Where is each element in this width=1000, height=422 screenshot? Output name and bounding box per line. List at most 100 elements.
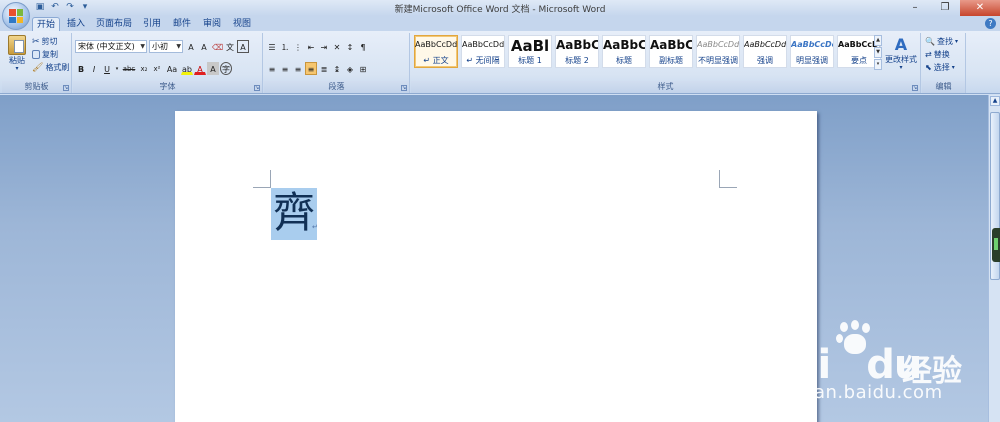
customize-qat-icon[interactable]: ▾	[79, 2, 91, 13]
select-button[interactable]: ⬉ 选择 ▾	[925, 62, 955, 73]
underline-button[interactable]: U	[101, 62, 113, 75]
minimize-icon[interactable]: –	[900, 0, 930, 16]
tab-review[interactable]: 审阅	[200, 17, 224, 31]
underline-dropdown-icon[interactable]: ▾	[114, 62, 120, 75]
sort-icon[interactable]: ↕	[344, 40, 356, 53]
side-tab-icon[interactable]	[992, 228, 1000, 262]
shading-icon[interactable]: ◈	[344, 62, 356, 75]
clipboard-group: 粘贴 ▾ ✂ 剪切 复制 🖌 格式刷 剪贴板 ↘	[2, 33, 72, 93]
copy-icon	[32, 50, 40, 59]
superscript-button[interactable]: x²	[151, 62, 163, 75]
restore-icon[interactable]: ❐	[930, 0, 960, 16]
increase-indent-icon[interactable]: ⇥	[318, 40, 330, 53]
tab-references[interactable]: 引用	[140, 17, 164, 31]
decrease-indent-icon[interactable]: ⇤	[305, 40, 317, 53]
style-subtle-emphasis[interactable]: AaBbCcDd 不明显强调	[696, 35, 740, 68]
selected-text[interactable]: 齊	[271, 188, 317, 240]
font-color-icon[interactable]: A	[194, 62, 206, 75]
char-shading-icon[interactable]: A	[207, 62, 219, 75]
shrink-font-icon[interactable]: A	[198, 40, 210, 53]
replace-icon: ⇄	[925, 50, 932, 59]
gallery-down-icon[interactable]: ▼	[874, 47, 882, 58]
line-spacing-icon[interactable]: ↨	[331, 62, 343, 75]
undo-icon[interactable]: ↶	[49, 2, 61, 13]
ribbon: 粘贴 ▾ ✂ 剪切 复制 🖌 格式刷 剪贴板 ↘ 宋体 (中文正文) ▼ 小初 …	[0, 31, 1000, 94]
style-heading-1[interactable]: AaBl 标题 1	[508, 35, 552, 68]
office-logo-icon	[9, 9, 23, 23]
change-styles-icon: A	[894, 35, 908, 54]
strikethrough-button[interactable]: abc	[121, 62, 137, 75]
style-gallery-scroll: ▲ ▼ ▾	[874, 35, 882, 70]
multilevel-list-icon[interactable]: ⋮	[292, 40, 304, 53]
font-bottom-tools: B I U ▾ abc x₂ x² Aa ab A A 字	[75, 62, 232, 75]
change-styles-button[interactable]: A 更改样式 ▾	[884, 36, 918, 71]
chinese-layout-icon[interactable]: ✕	[331, 40, 343, 53]
ribbon-tabs: 开始 插入 页面布局 引用 邮件 审阅 视图 ?	[0, 16, 1000, 31]
font-launcher-icon[interactable]: ↘	[254, 85, 260, 91]
style-intense-emphasis[interactable]: AaBbCcDc 明显强调	[790, 35, 834, 68]
editing-group-label: 编辑	[922, 81, 965, 93]
style-heading-2[interactable]: AaBbC 标题 2	[555, 35, 599, 68]
grow-font-icon[interactable]: A	[185, 40, 197, 53]
document-page[interactable]: 齊 ↵	[175, 111, 817, 422]
tab-insert[interactable]: 插入	[63, 17, 89, 31]
replace-button[interactable]: ⇄ 替换	[925, 49, 950, 60]
align-right-icon[interactable]: ≡	[292, 62, 304, 75]
close-icon[interactable]: ✕	[960, 0, 1000, 16]
borders-icon[interactable]: ⊞	[357, 62, 369, 75]
office-button[interactable]	[2, 2, 30, 30]
format-painter-label: 格式刷	[45, 63, 70, 72]
paragraph-mark: ↵	[312, 223, 318, 231]
subscript-button[interactable]: x₂	[138, 62, 150, 75]
char-border-icon[interactable]: A	[237, 40, 249, 53]
save-icon[interactable]: ▣	[34, 2, 46, 13]
bullets-icon[interactable]: ☰	[266, 40, 278, 53]
cut-button[interactable]: ✂ 剪切	[32, 36, 58, 47]
font-size-box[interactable]: 小初 ▼	[149, 40, 183, 53]
style-normal[interactable]: AaBbCcDd ↵ 正文	[414, 35, 458, 68]
clear-format-icon[interactable]: ⌫	[211, 40, 223, 53]
align-center-icon[interactable]: ≡	[279, 62, 291, 75]
style-emphasis[interactable]: AaBbCcDd 强调	[743, 35, 787, 68]
clipboard-launcher-icon[interactable]: ↘	[63, 85, 69, 91]
window-controls: – ❐ ✕	[900, 0, 1000, 16]
style-subtitle[interactable]: AaBbC 副标题	[649, 35, 693, 68]
change-case-button[interactable]: Aa	[164, 62, 180, 75]
margin-corner-top-right	[719, 170, 737, 188]
tab-mailings[interactable]: 邮件	[170, 17, 194, 31]
font-name-box[interactable]: 宋体 (中文正文) ▼	[75, 40, 147, 53]
paragraph-group-label: 段落	[264, 81, 409, 93]
styles-group-label: 样式	[411, 81, 920, 93]
styles-launcher-icon[interactable]: ↘	[912, 85, 918, 91]
paintbrush-icon: 🖌	[32, 62, 44, 73]
copy-button[interactable]: 复制	[32, 49, 58, 60]
copy-label: 复制	[42, 50, 58, 59]
paragraph-launcher-icon[interactable]: ↘	[401, 85, 407, 91]
find-button[interactable]: 🔍 查找 ▾	[925, 36, 958, 47]
tab-page-layout[interactable]: 页面布局	[93, 17, 135, 31]
phonetic-guide-icon[interactable]: 文	[224, 40, 236, 53]
redo-icon[interactable]: ↷	[64, 2, 76, 13]
distributed-icon[interactable]: ≣	[318, 62, 330, 75]
style-title[interactable]: AaBbC 标题	[602, 35, 646, 68]
tab-home[interactable]: 开始	[32, 17, 60, 31]
gallery-more-icon[interactable]: ▾	[874, 59, 882, 70]
highlight-icon[interactable]: ab	[181, 62, 193, 75]
tab-view[interactable]: 视图	[230, 17, 254, 31]
italic-button[interactable]: I	[88, 62, 100, 75]
font-name-value: 宋体 (中文正文)	[78, 42, 135, 51]
justify-icon[interactable]: ≡	[305, 62, 317, 75]
bold-button[interactable]: B	[75, 62, 87, 75]
scroll-up-icon[interactable]: ▲	[990, 96, 1000, 106]
style-no-spacing[interactable]: AaBbCcDd ↵ 无间隔	[461, 35, 505, 68]
align-left-icon[interactable]: ≡	[266, 62, 278, 75]
help-icon[interactable]: ?	[985, 18, 996, 29]
numbering-icon[interactable]: ⒈	[279, 40, 291, 53]
gallery-up-icon[interactable]: ▲	[874, 35, 882, 46]
enclose-char-icon[interactable]: 字	[220, 62, 232, 75]
clipboard-group-label: 剪贴板	[2, 81, 71, 93]
format-painter-button[interactable]: 🖌 格式刷	[32, 62, 69, 73]
baidu-jingyan-watermark: Bai du 经验 jingyan.baidu.com	[762, 318, 992, 408]
show-marks-icon[interactable]: ¶	[357, 40, 369, 53]
paste-button[interactable]: 粘贴 ▾	[5, 35, 29, 72]
